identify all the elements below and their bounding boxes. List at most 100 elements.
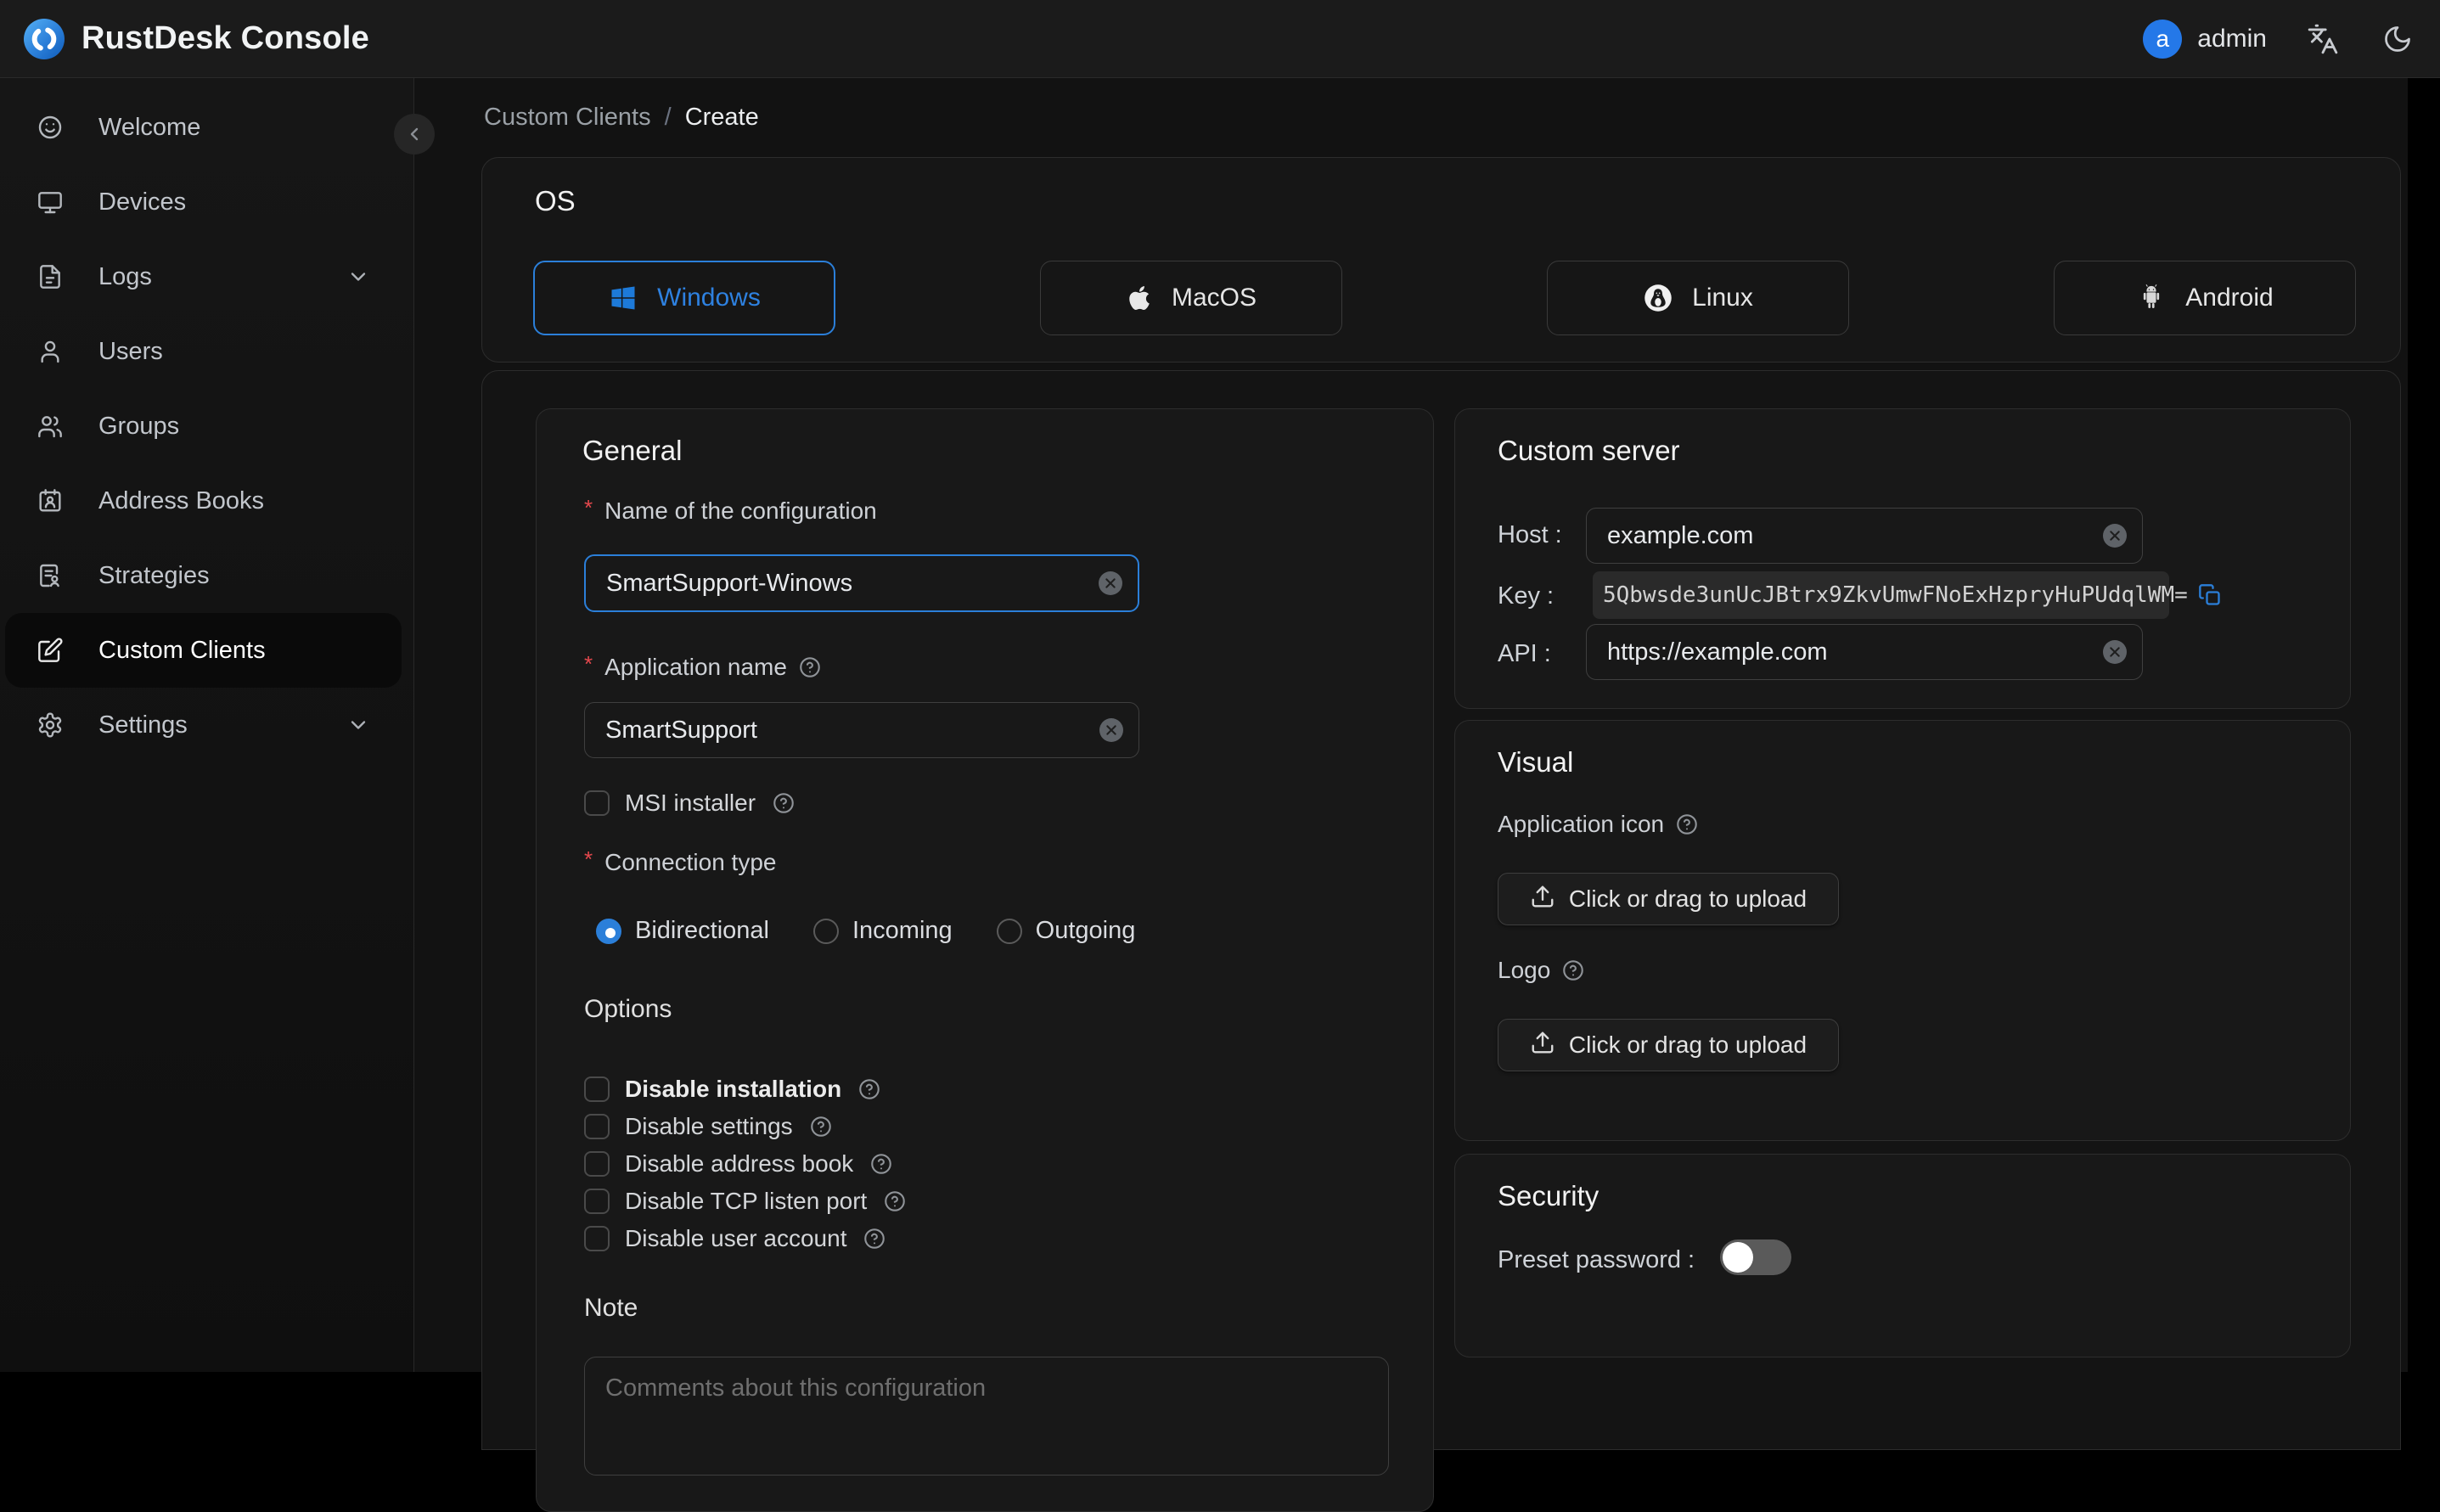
host-input[interactable] [1587,509,2103,563]
os-button-macos[interactable]: MacOS [1040,261,1342,335]
note-textarea-wrapper [584,1357,1389,1475]
host-input-wrapper [1586,508,2143,564]
sidebar-item-label: Welcome [98,113,201,141]
configuration-name-input[interactable] [586,556,1099,610]
help-icon[interactable] [1560,958,1586,983]
smile-icon [36,113,65,142]
edit-icon [36,636,65,665]
help-icon[interactable] [869,1151,894,1177]
os-button-label: Android [2185,284,2274,312]
visual-section: Visual Application icon Click or drag to… [1454,720,2351,1141]
application-name-input[interactable] [585,703,1099,757]
sidebar-item-label: Devices [98,188,187,216]
outgoing-radio[interactable] [996,918,1022,944]
application-name-label: * Application name [584,651,823,681]
os-panel-title: OS [535,185,576,216]
os-button-linux[interactable]: Linux [1547,261,1849,335]
sidebar-item-label: Logs [98,262,152,290]
custom-server-section: Custom server Host : Key : 5Qbwsde3unUcJ… [1454,408,2351,709]
name-of-configuration-label: * Name of the configuration [584,494,877,525]
application-name-input-wrapper [584,702,1139,758]
sidebar-item-label: Groups [98,412,180,440]
language-icon[interactable] [2304,20,2342,58]
user-icon [36,337,65,366]
sidebar-item-devices[interactable]: Devices [5,165,402,239]
breadcrumb-current: Create [684,104,759,131]
username[interactable]: admin [2197,25,2267,53]
visual-title: Visual [1498,746,1574,778]
help-icon[interactable] [808,1114,834,1139]
incoming-radio[interactable] [812,918,839,944]
os-button-label: Linux [1692,284,1753,312]
dark-mode-icon[interactable] [2379,20,2416,58]
options-title: Options [584,995,672,1023]
chevron-down-icon[interactable] [346,712,371,738]
help-icon[interactable] [771,790,796,816]
host-label: Host : [1498,521,1562,548]
disable-tcp-listen-port-checkbox[interactable] [584,1189,610,1214]
sidebar-collapse-button[interactable] [394,114,435,155]
disable-tcp-listen-port-row: Disable TCP listen port [584,1188,908,1215]
sidebar-item-strategies[interactable]: Strategies [5,538,402,613]
apple-icon [1126,284,1153,312]
copy-icon[interactable] [2196,582,2224,609]
sidebar-item-label: Custom Clients [98,636,266,664]
toggle-knob [1723,1242,1753,1273]
os-panel: OS Windows MacOS Linux Android [481,157,2401,363]
key-field: 5Qbwsde3unUcJBtrx9ZkvUmwFNoExHzpryHuPUdq… [1593,571,2220,619]
logo-label: Logo [1498,957,1586,984]
incoming-label: Incoming [852,917,953,944]
security-section: Security Preset password : [1454,1154,2351,1357]
app-header: RustDesk Console a admin [0,0,2440,78]
bidirectional-radio[interactable] [596,918,621,944]
help-icon[interactable] [857,1076,882,1102]
sidebar-item-welcome[interactable]: Welcome [5,90,402,165]
sidebar-item-custom-clients[interactable]: Custom Clients [5,613,402,688]
chevron-down-icon[interactable] [346,264,371,289]
breadcrumb-parent[interactable]: Custom Clients [484,104,651,132]
application-icon-upload-button[interactable]: Click or drag to upload [1498,873,1839,925]
monitor-icon [36,188,65,216]
disable-settings-row: Disable settings [584,1113,834,1140]
os-button-windows[interactable]: Windows [533,261,835,335]
avatar[interactable]: a [2143,19,2183,59]
general-title: General [582,435,683,466]
clear-icon[interactable] [2103,640,2127,664]
sidebar-item-users[interactable]: Users [5,314,402,389]
connection-type-label: * Connection type [584,846,777,876]
help-icon[interactable] [862,1226,887,1251]
general-section: General * Name of the configuration * Ap… [536,408,1434,1512]
sidebar-item-settings[interactable]: Settings [5,688,402,762]
preset-password-label: Preset password : [1498,1246,1695,1273]
application-icon-label: Application icon [1498,811,1700,838]
key-value: 5Qbwsde3unUcJBtrx9ZkvUmwFNoExHzpryHuPUdq… [1603,582,2188,608]
clear-icon[interactable] [1099,571,1122,595]
disable-installation-label: Disable installation [625,1076,842,1102]
msi-installer-checkbox[interactable] [584,790,610,816]
clear-icon[interactable] [2103,524,2127,548]
help-icon[interactable] [1674,812,1700,837]
outgoing-label: Outgoing [1035,917,1136,944]
note-textarea[interactable] [585,1357,1388,1475]
help-icon[interactable] [882,1189,908,1214]
disable-address-book-checkbox[interactable] [584,1151,610,1177]
sidebar-item-label: Strategies [98,561,210,589]
sidebar-item-label: Settings [98,711,188,739]
help-icon[interactable] [797,655,823,680]
sidebar-item-address-books[interactable]: Address Books [5,464,402,538]
note-title: Note [584,1294,638,1322]
preset-password-toggle[interactable] [1720,1239,1791,1275]
logo-upload-button[interactable]: Click or drag to upload [1498,1019,1839,1071]
disable-address-book-label: Disable address book [625,1150,854,1177]
sidebar-item-logs[interactable]: Logs [5,239,402,314]
scrollbar-gutter [2408,78,2440,1372]
os-button-android[interactable]: Android [2054,261,2356,335]
sidebar-item-groups[interactable]: Groups [5,389,402,464]
disable-installation-checkbox[interactable] [584,1076,610,1102]
clear-icon[interactable] [1099,718,1123,742]
breadcrumb: Custom Clients / Create [484,104,759,132]
api-input[interactable] [1587,625,2103,679]
disable-settings-checkbox[interactable] [584,1114,610,1139]
api-input-wrapper [1586,624,2143,680]
disable-user-account-checkbox[interactable] [584,1226,610,1251]
